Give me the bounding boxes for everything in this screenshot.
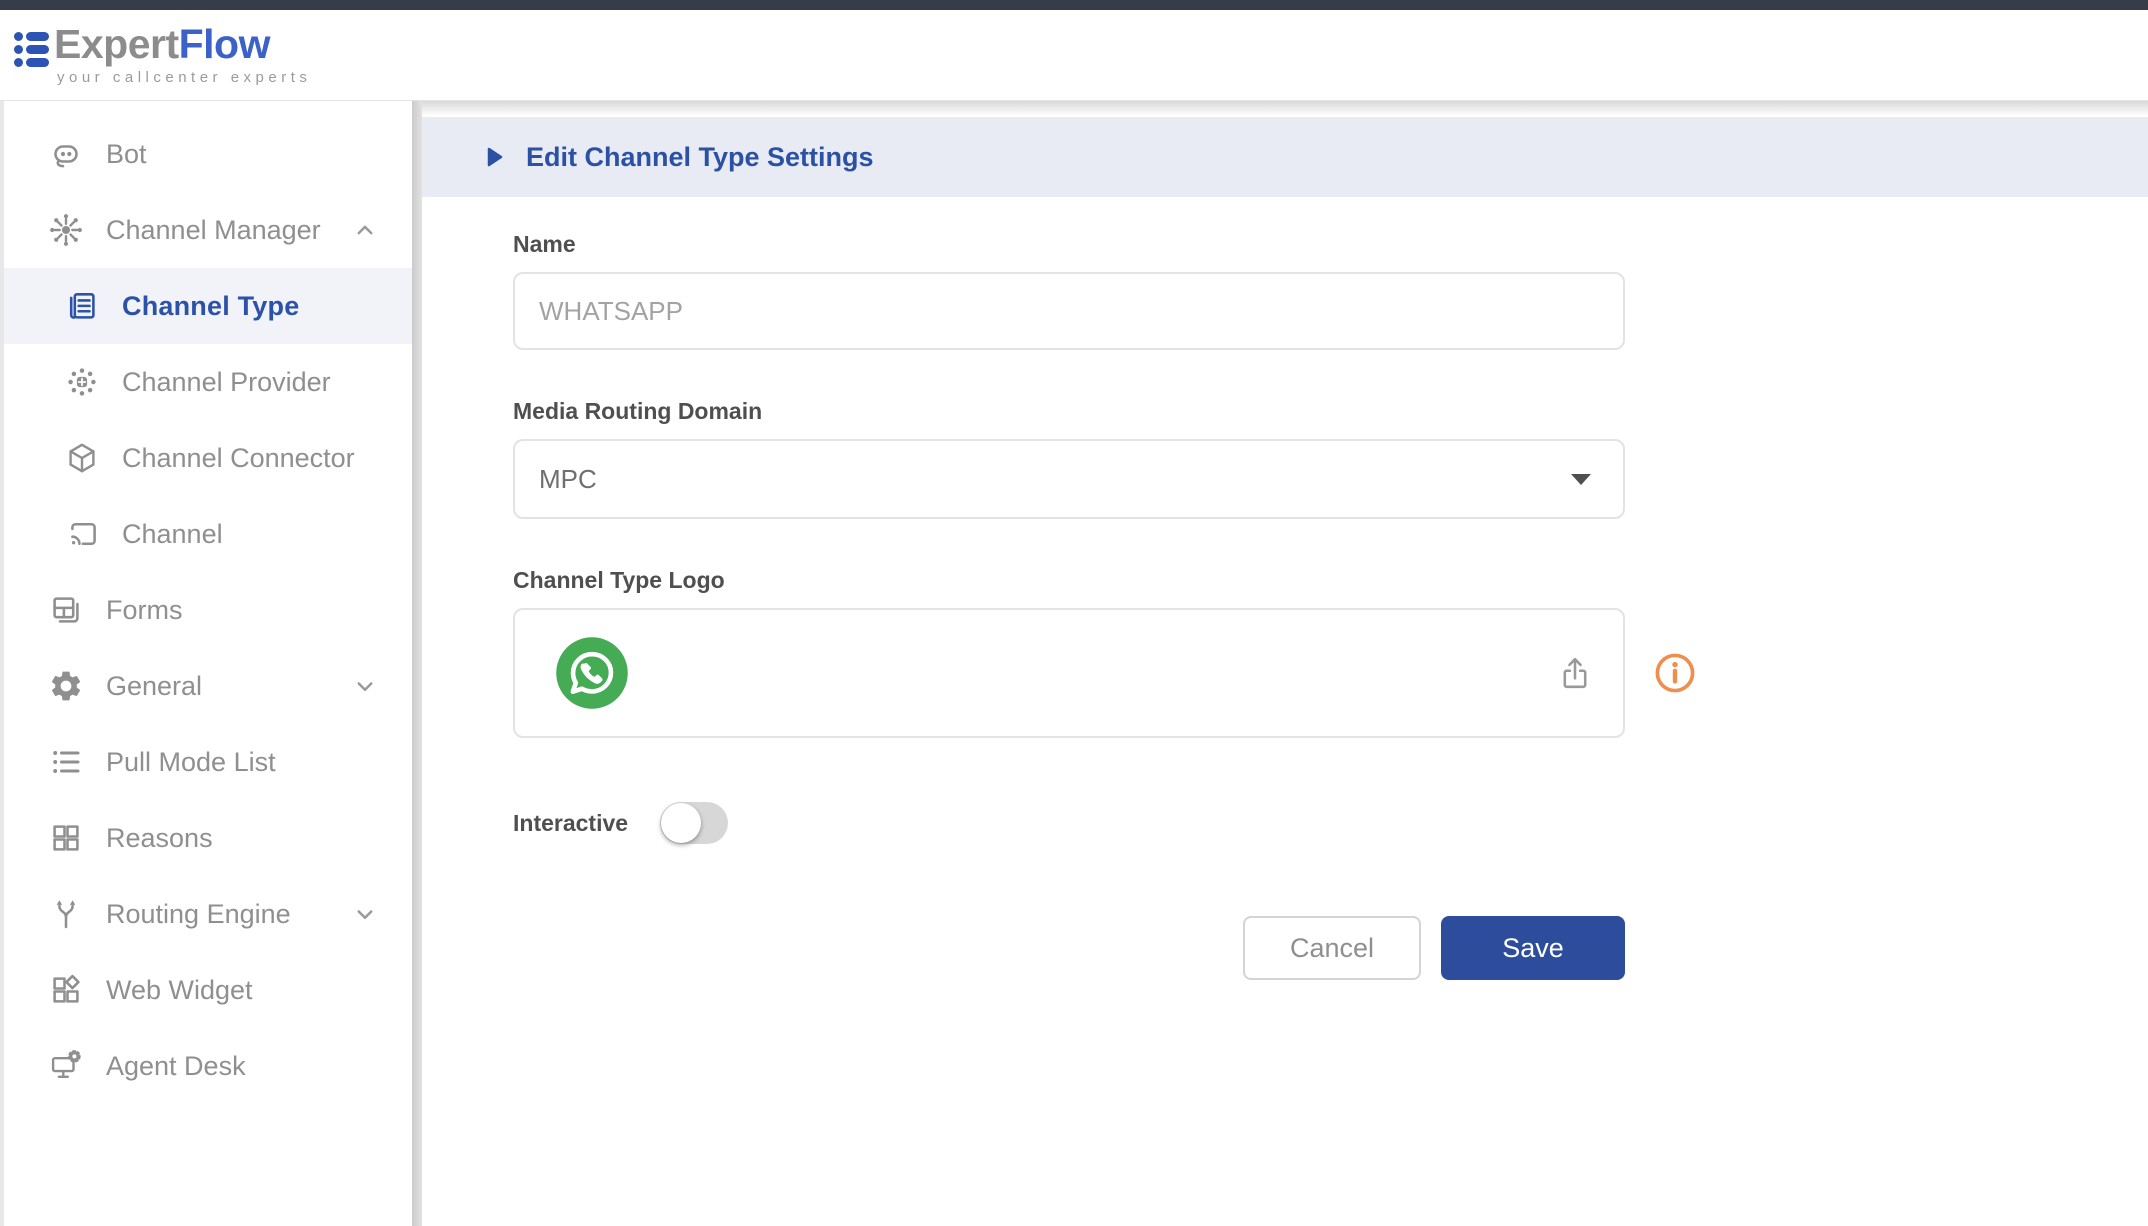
- chevron-down-icon: [350, 671, 380, 701]
- name-label: Name: [513, 231, 1625, 258]
- sidebar-item-label: Forms: [106, 595, 183, 626]
- sidebar-item-label: Channel Type: [122, 291, 299, 322]
- route-icon: [48, 896, 84, 932]
- document-list-icon: [64, 288, 100, 324]
- brand-text: ExpertFlow your callcenter experts: [54, 22, 311, 86]
- media-routing-domain-label: Media Routing Domain: [513, 398, 1625, 425]
- cast-icon: [64, 516, 100, 552]
- chevron-up-icon: [350, 215, 380, 245]
- media-routing-domain-select[interactable]: MPC: [513, 439, 1625, 519]
- sidebar-item-label: Routing Engine: [106, 899, 291, 930]
- save-button[interactable]: Save: [1441, 916, 1625, 980]
- sidebar-item-reasons[interactable]: Reasons: [4, 800, 412, 876]
- hub-icon: [48, 212, 84, 248]
- form-actions: Cancel Save: [513, 916, 1625, 980]
- whatsapp-icon: [555, 636, 629, 710]
- interactive-row: Interactive: [513, 802, 1625, 844]
- app-header: ExpertFlow your callcenter experts: [0, 10, 2148, 101]
- logo-row: [513, 594, 1625, 738]
- sidebar-item-agent-desk[interactable]: Agent Desk: [4, 1028, 412, 1104]
- info-icon[interactable]: [1653, 651, 1697, 695]
- channel-type-form: Name Media Routing Domain MPC Channel Ty…: [513, 231, 1625, 980]
- sidebar-item-routing-engine[interactable]: Routing Engine: [4, 876, 412, 952]
- sidebar-item-label: Web Widget: [106, 975, 253, 1006]
- sidebar-item-label: Channel Provider: [122, 367, 331, 398]
- sidebar-item-general[interactable]: General: [4, 648, 412, 724]
- brand-name: ExpertFlow: [54, 22, 311, 66]
- media-routing-domain-value: MPC: [539, 464, 597, 495]
- cube-icon: [64, 440, 100, 476]
- caret-down-icon: [1569, 472, 1593, 487]
- sidebar-item-channel-type[interactable]: Channel Type: [4, 268, 412, 344]
- sidebar-item-label: Bot: [106, 139, 147, 170]
- brand-tagline: your callcenter experts: [57, 69, 311, 86]
- dots-list-mark-icon: [14, 32, 49, 67]
- page-title-band: Edit Channel Type Settings: [422, 117, 2148, 197]
- header-shadow: [422, 100, 2148, 116]
- cancel-button[interactable]: Cancel: [1243, 916, 1421, 980]
- page-title: Edit Channel Type Settings: [526, 142, 874, 173]
- sidebar-item-forms[interactable]: Forms: [4, 572, 412, 648]
- upload-icon[interactable]: [1557, 653, 1593, 693]
- play-icon: [486, 146, 504, 168]
- sidebar-item-channel-manager[interactable]: Channel Manager: [4, 192, 412, 268]
- sidebar-item-label: Pull Mode List: [106, 747, 276, 778]
- sidebar-item-pull-mode-list[interactable]: Pull Mode List: [4, 724, 412, 800]
- sidebar-item-channel-provider[interactable]: Channel Provider: [4, 344, 412, 420]
- sidebar: Bot Channel Manager: [0, 100, 412, 1226]
- logo-upload-box[interactable]: [513, 608, 1625, 738]
- main-content: Edit Channel Type Settings Name Media Ro…: [422, 100, 2148, 1226]
- interactive-toggle[interactable]: [660, 802, 728, 844]
- forms-icon: [48, 592, 84, 628]
- sidebar-item-bot[interactable]: Bot: [4, 116, 412, 192]
- chevron-down-icon: [350, 899, 380, 929]
- name-input[interactable]: [513, 272, 1625, 350]
- sidebar-item-label: Channel: [122, 519, 223, 550]
- sidebar-divider: [412, 100, 422, 1226]
- top-window-strip: [0, 0, 2148, 10]
- widget-icon: [48, 972, 84, 1008]
- sidebar-item-channel-connector[interactable]: Channel Connector: [4, 420, 412, 496]
- toggle-knob: [661, 803, 701, 843]
- desk-icon: [48, 1048, 84, 1084]
- sidebar-item-label: General: [106, 671, 202, 702]
- interactive-label: Interactive: [513, 810, 628, 837]
- bot-icon: [48, 136, 84, 172]
- grid-icon: [48, 820, 84, 856]
- sidebar-item-label: Reasons: [106, 823, 213, 854]
- sidebar-item-label: Channel Connector: [122, 443, 355, 474]
- sidebar-item-web-widget[interactable]: Web Widget: [4, 952, 412, 1028]
- gear-dots-icon: [64, 364, 100, 400]
- list-icon: [48, 744, 84, 780]
- sidebar-item-label: Agent Desk: [106, 1051, 246, 1082]
- channel-type-logo-label: Channel Type Logo: [513, 567, 1625, 594]
- brand-logo: ExpertFlow your callcenter experts: [14, 22, 311, 86]
- sidebar-item-label: Channel Manager: [106, 215, 321, 246]
- sidebar-item-channel[interactable]: Channel: [4, 496, 412, 572]
- gear-icon: [48, 668, 84, 704]
